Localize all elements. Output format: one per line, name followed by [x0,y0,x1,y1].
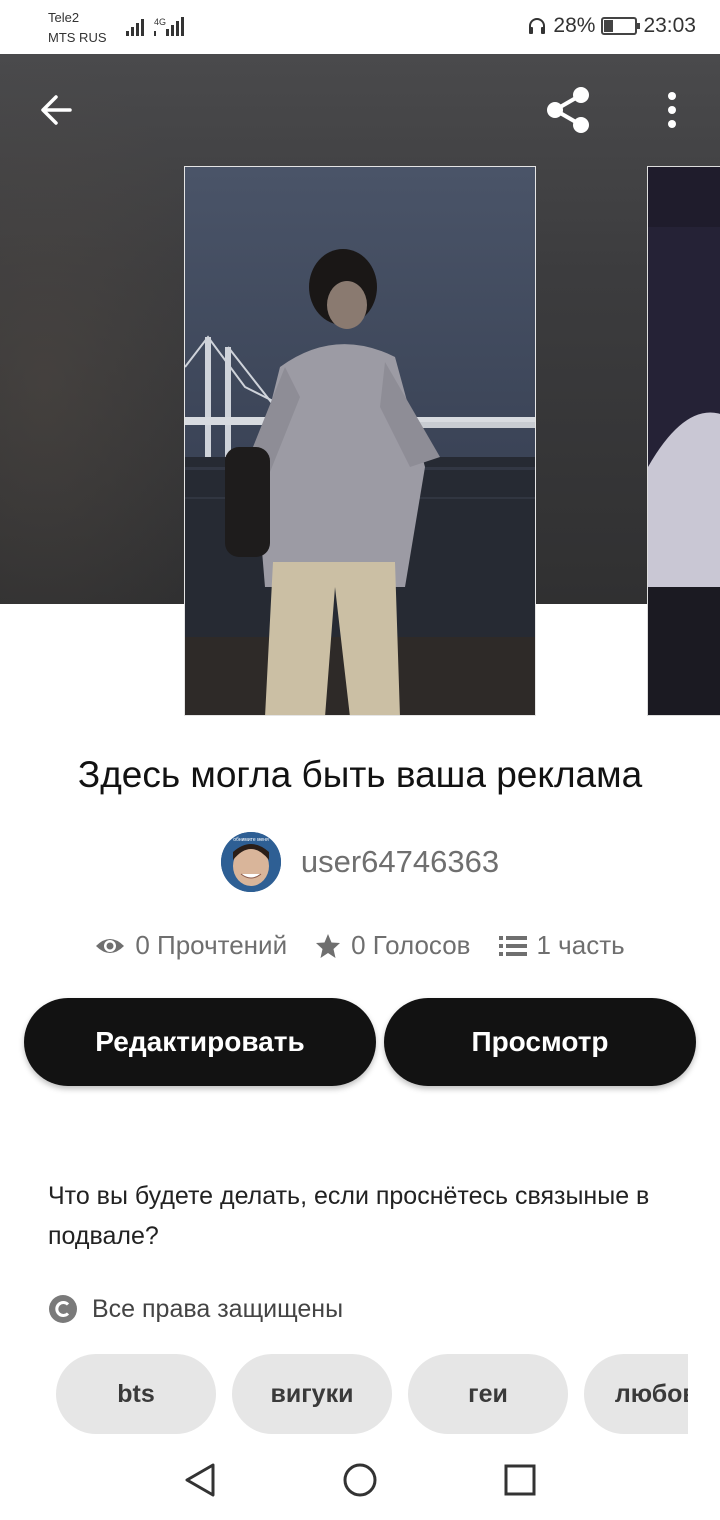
arrow-left-icon [41,95,72,125]
tag-chip[interactable]: геи [408,1354,568,1434]
votes-stat: 0 Голосов [315,930,471,961]
headphones-icon [529,18,546,34]
nav-home-button[interactable] [338,1458,382,1502]
tag-chip[interactable]: bts [56,1354,216,1434]
avatar[interactable]: обнимите меня [220,832,281,892]
edit-button[interactable]: Редактировать [24,998,376,1086]
tag-chip[interactable]: любовь [584,1354,688,1434]
back-button[interactable] [30,84,82,136]
eye-icon [96,938,125,953]
star-icon [316,933,341,958]
more-vertical-icon [668,92,676,128]
author-row[interactable]: обнимите меня user64746363 [0,832,720,892]
more-options-button[interactable] [652,84,692,136]
signal-icon: 4G [126,17,184,36]
network-type: 4G [154,17,166,27]
status-right: 28% 23:03 [527,14,696,38]
votes-count: 0 Голосов [351,930,471,960]
avatar-caption: обнимите меня [233,837,269,843]
share-button[interactable] [540,82,596,138]
share-icon [547,87,589,133]
reads-count: 0 Прочтений [135,930,288,960]
tag-list: btsвигукигеилюбовь [56,1354,688,1434]
triangle-back-icon [185,1463,215,1497]
tag-chip[interactable]: вигуки [232,1354,392,1434]
carrier-1: Tele2 [48,10,80,25]
copyright-text: Все права защищены [92,1294,344,1323]
story-description: Что вы будете делать, если проснётесь св… [48,1182,650,1250]
story-cover[interactable] [184,166,536,716]
parts-stat: 1 часть [498,930,625,961]
battery-icon [601,17,641,35]
system-nav-bar [0,1440,720,1520]
circle-home-icon [343,1463,377,1497]
story-title: Здесь могла быть ваша реклама [77,754,643,795]
reads-stat: 0 Прочтений [95,930,287,961]
cover-image [185,167,535,715]
list-icon [498,935,527,956]
carrier-info: Tele2 MTS RUS [48,8,107,48]
copyright-row: Все права защищены [48,1294,343,1324]
author-username[interactable]: user64746363 [301,844,499,880]
view-button[interactable]: Просмотр [384,998,696,1086]
next-cover-image [648,167,720,715]
clock: 23:03 [643,14,696,37]
copyright-icon [49,1295,77,1323]
square-recents-icon [504,1464,536,1496]
nav-back-button[interactable] [178,1458,222,1502]
next-cover[interactable] [647,166,720,716]
parts-count: 1 часть [536,930,625,960]
nav-recents-button[interactable] [498,1458,542,1502]
battery-percent: 28% [553,14,596,37]
carrier-2: MTS RUS [48,30,107,45]
status-bar: Tele2 MTS RUS 4G 28% 23:03 [0,0,720,54]
avatar-image: обнимите меня [220,832,281,892]
story-stats: 0 Прочтений 0 Голосов 1 часть [0,930,720,961]
battery-fill [604,20,614,32]
